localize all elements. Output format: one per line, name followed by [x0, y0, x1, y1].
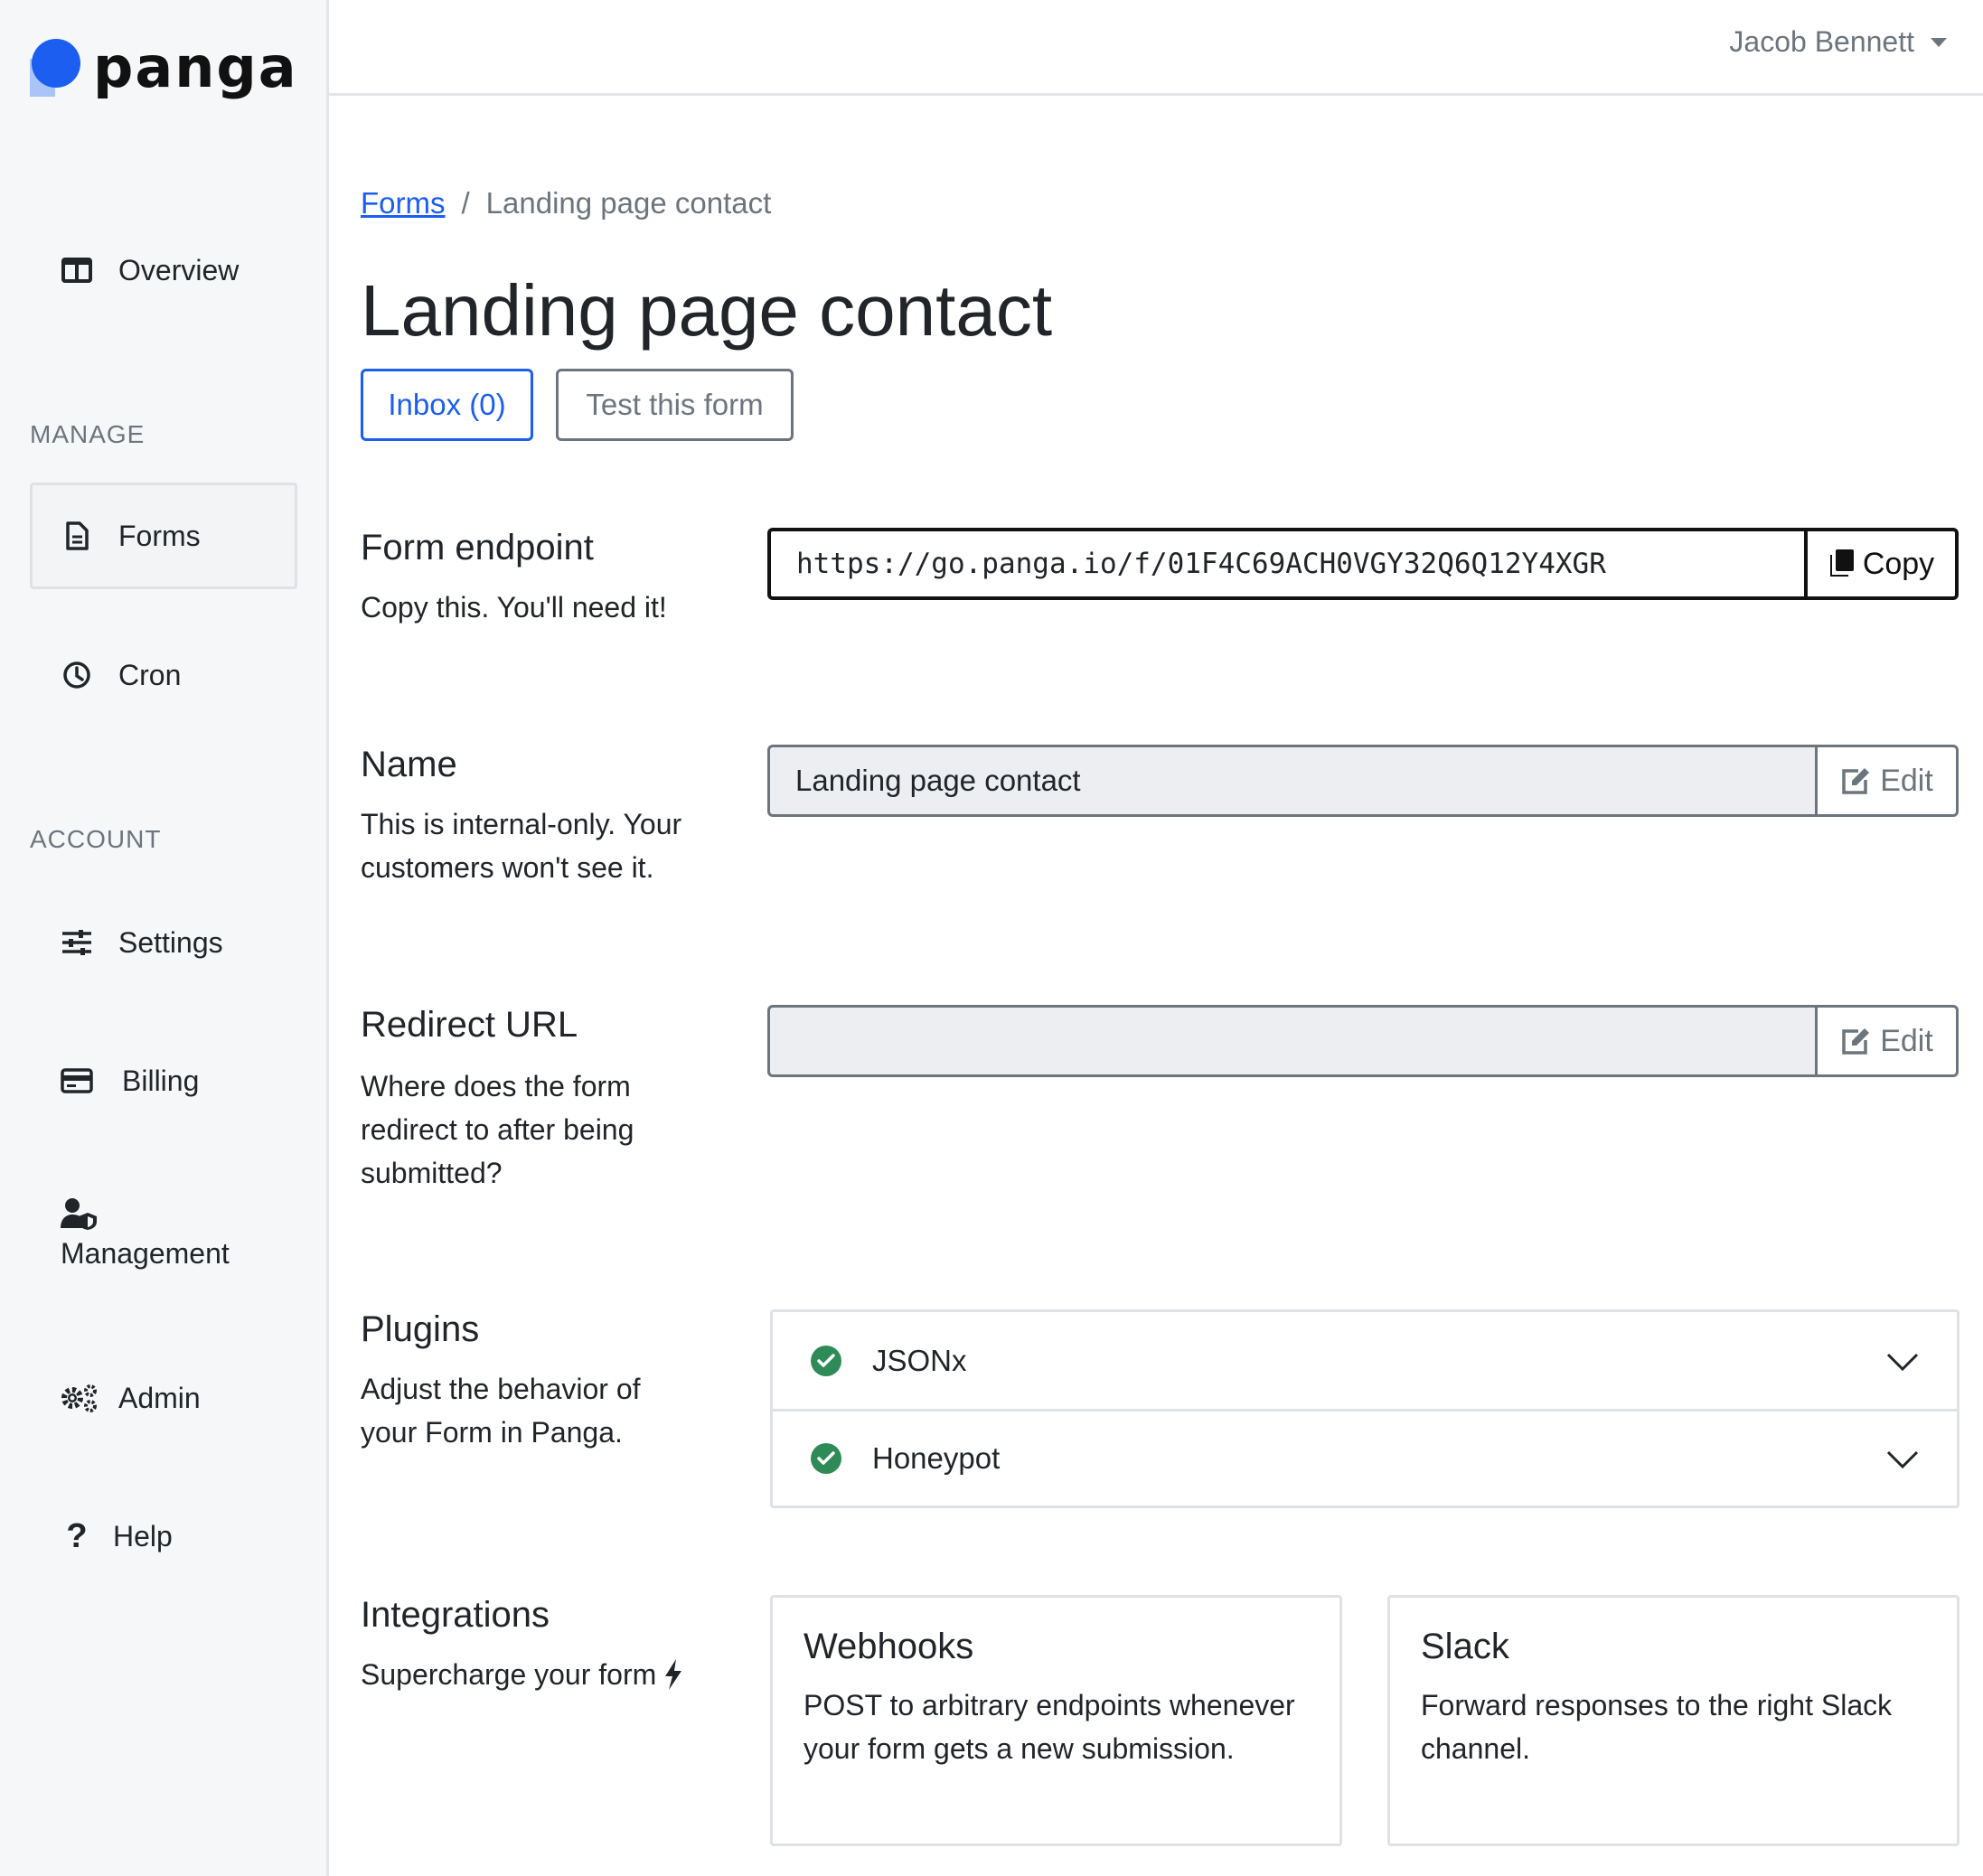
breadcrumb-link-forms[interactable]: Forms — [361, 186, 446, 220]
user-shield-icon — [61, 1197, 296, 1235]
sidebar-item-label: Forms — [118, 519, 201, 552]
card-text: Forward responses to the right Slack cha… — [1421, 1689, 1893, 1765]
edit-redirect-button[interactable]: Edit — [1815, 1005, 1959, 1077]
test-form-button[interactable]: Test this form — [556, 369, 794, 441]
sidebar-item-label: Settings — [118, 925, 223, 959]
chevron-down-icon[interactable] — [1886, 1441, 1919, 1476]
redirect-url-title: Redirect URL — [361, 1005, 578, 1045]
sidebar: panga Overview MANAGE Forms Cron ACCOUNT… — [0, 0, 329, 1876]
name-description: This is internal-only. Your customers wo… — [361, 808, 682, 884]
plugins-accordion: JSONx Honeypot — [770, 1309, 1960, 1508]
plugin-item-honeypot[interactable]: Honeypot — [773, 1409, 1957, 1505]
plugins-description: Adjust the behavior of your Form in Pang… — [361, 1373, 641, 1449]
sidebar-item-admin[interactable]: Admin — [30, 1372, 297, 1424]
edit-icon — [1842, 768, 1870, 794]
sidebar-item-label: Cron — [118, 658, 182, 691]
redirect-url-group: Edit — [767, 1005, 1959, 1077]
sidebar-item-help[interactable]: ? Help — [30, 1510, 297, 1562]
breadcrumb-separator: / — [461, 186, 470, 220]
file-icon — [61, 520, 93, 552]
section-label-account: ACCOUNT — [30, 825, 162, 853]
integrations-title: Integrations — [361, 1595, 550, 1635]
plugins-title: Plugins — [361, 1309, 480, 1349]
sidebar-item-label: Help — [113, 1519, 173, 1552]
copy-button-label: Copy — [1862, 546, 1935, 581]
gears-icon — [61, 1382, 99, 1414]
name-input[interactable]: Landing page contact — [767, 745, 1815, 817]
sidebar-item-label: Admin — [118, 1381, 201, 1414]
bolt-icon — [663, 1659, 683, 1690]
logo-mark-icon — [30, 35, 82, 100]
copy-button[interactable]: Copy — [1804, 528, 1959, 600]
sidebar-item-settings[interactable]: Settings — [30, 916, 297, 969]
redirect-url-input[interactable] — [767, 1005, 1815, 1077]
integrations-description: Supercharge your form — [361, 1658, 657, 1691]
edit-icon — [1842, 1028, 1870, 1055]
name-field-group: Landing page contact Edit — [767, 745, 1959, 817]
check-circle-icon — [811, 1345, 841, 1376]
card-title: Slack — [1421, 1627, 1509, 1666]
card-text: POST to arbitrary endpoints whenever you… — [804, 1689, 1295, 1765]
top-navbar: Jacob Bennett — [329, 0, 1983, 96]
plugin-name: Honeypot — [872, 1441, 1001, 1475]
logo-text: panga — [93, 34, 298, 100]
form-endpoint-group: https://go.panga.io/f/01F4C69ACH0VGY32Q6… — [767, 528, 1959, 600]
sliders-icon — [61, 926, 93, 959]
form-endpoint-description: Copy this. You'll need it! — [361, 591, 667, 624]
panga-logo[interactable]: panga — [30, 34, 298, 101]
edit-button-label: Edit — [1880, 1023, 1933, 1058]
sidebar-item-label: Billing — [122, 1064, 200, 1097]
edit-name-button[interactable]: Edit — [1815, 745, 1959, 817]
plugin-item-jsonx[interactable]: JSONx — [773, 1312, 1957, 1409]
sidebar-item-billing[interactable]: Billing — [30, 1055, 297, 1107]
card-title: Webhooks — [804, 1627, 974, 1666]
inbox-button[interactable]: Inbox (0) — [361, 369, 533, 441]
section-label-manage: MANAGE — [30, 420, 146, 448]
question-icon: ? — [66, 1516, 88, 1555]
edit-button-label: Edit — [1880, 763, 1933, 798]
sidebar-item-management[interactable]: Management — [61, 1197, 296, 1271]
plugin-name: JSONx — [872, 1343, 967, 1377]
sidebar-item-label: Management — [61, 1237, 230, 1270]
chevron-down-icon[interactable] — [1886, 1344, 1919, 1378]
columns-icon — [61, 254, 93, 286]
integration-card-webhooks[interactable]: Webhooks POST to arbitrary endpoints whe… — [770, 1595, 1342, 1846]
name-title: Name — [361, 745, 457, 784]
clock-icon — [61, 659, 93, 691]
form-endpoint-input[interactable]: https://go.panga.io/f/01F4C69ACH0VGY32Q6… — [767, 528, 1804, 600]
integrations-description-row: Supercharge your form — [361, 1653, 740, 1696]
form-endpoint-title: Form endpoint — [361, 528, 594, 567]
sidebar-item-cron[interactable]: Cron — [30, 649, 297, 701]
user-name: Jacob Bennett — [1729, 25, 1914, 58]
breadcrumb: Forms / Landing page contact — [361, 186, 771, 220]
check-circle-icon — [811, 1443, 841, 1474]
integration-card-slack[interactable]: Slack Forward responses to the right Sla… — [1387, 1595, 1960, 1846]
sidebar-item-overview[interactable]: Overview — [30, 244, 297, 296]
redirect-url-description: Where does the form redirect to after be… — [361, 1070, 634, 1189]
copy-icon — [1829, 549, 1854, 577]
sidebar-item-forms[interactable]: Forms — [30, 483, 297, 589]
user-menu-dropdown[interactable]: Jacob Bennett — [1729, 25, 1947, 59]
caret-down-icon — [1931, 37, 1947, 47]
page-title: Landing page contact — [361, 270, 1053, 351]
sidebar-item-label: Overview — [118, 253, 240, 286]
breadcrumb-current: Landing page contact — [485, 186, 772, 220]
credit-card-icon — [61, 1065, 93, 1097]
